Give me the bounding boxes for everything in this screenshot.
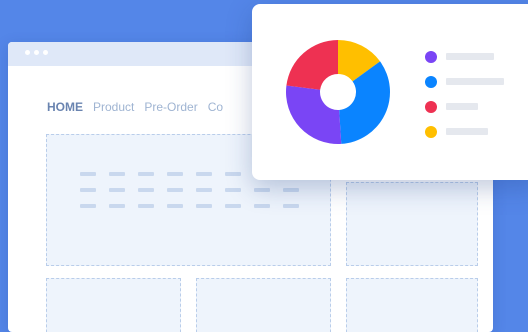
dash-line xyxy=(283,188,299,192)
nav-item-pre-order[interactable]: Pre-Order xyxy=(144,100,197,114)
legend-dot-blue-icon xyxy=(425,75,437,88)
window-dot-icon[interactable] xyxy=(34,50,39,55)
window-dot-icon[interactable] xyxy=(43,50,48,55)
bottom-placeholder-1 xyxy=(46,278,181,332)
dash-line xyxy=(196,172,212,176)
donut-slice-3 xyxy=(286,85,342,144)
dash-line xyxy=(109,188,125,192)
dash-line xyxy=(225,204,241,208)
donut-chart xyxy=(286,40,390,144)
dash-line xyxy=(138,188,154,192)
dash-line xyxy=(80,188,96,192)
dash-line xyxy=(167,204,183,208)
site-nav: HOME Product Pre-Order Co xyxy=(47,100,223,114)
legend-item xyxy=(425,100,504,113)
dash-line xyxy=(80,172,96,176)
dash-line xyxy=(225,172,241,176)
dash-line xyxy=(283,204,299,208)
legend-item xyxy=(425,125,504,138)
donut-slice-4 xyxy=(286,40,338,90)
dash-line xyxy=(138,172,154,176)
chart-card xyxy=(252,4,528,180)
legend-label-placeholder xyxy=(446,103,478,110)
dash-line xyxy=(109,204,125,208)
dash-line xyxy=(196,204,212,208)
chart-legend xyxy=(425,50,504,150)
dash-line xyxy=(138,204,154,208)
legend-label-placeholder xyxy=(446,78,504,85)
window-dot-icon[interactable] xyxy=(25,50,30,55)
legend-dot-purple-icon xyxy=(425,50,437,63)
legend-dot-yellow-icon xyxy=(425,125,437,138)
dash-line xyxy=(80,204,96,208)
legend-item xyxy=(425,50,504,63)
dash-line xyxy=(109,172,125,176)
bottom-placeholder-2 xyxy=(196,278,331,332)
dash-line xyxy=(254,188,270,192)
dash-line xyxy=(167,172,183,176)
dash-row xyxy=(80,188,299,192)
dash-line xyxy=(167,188,183,192)
nav-item-home[interactable]: HOME xyxy=(47,100,83,114)
side-placeholder xyxy=(346,182,478,266)
legend-dot-red-icon xyxy=(425,100,437,113)
dash-line xyxy=(196,188,212,192)
dash-line xyxy=(225,188,241,192)
nav-item-co[interactable]: Co xyxy=(208,100,223,114)
window-controls xyxy=(25,50,48,55)
dash-line xyxy=(254,204,270,208)
nav-item-product[interactable]: Product xyxy=(93,100,134,114)
legend-label-placeholder xyxy=(446,53,494,60)
legend-label-placeholder xyxy=(446,128,488,135)
bottom-placeholder-3 xyxy=(346,278,478,332)
dash-row xyxy=(80,204,299,208)
legend-item xyxy=(425,75,504,88)
